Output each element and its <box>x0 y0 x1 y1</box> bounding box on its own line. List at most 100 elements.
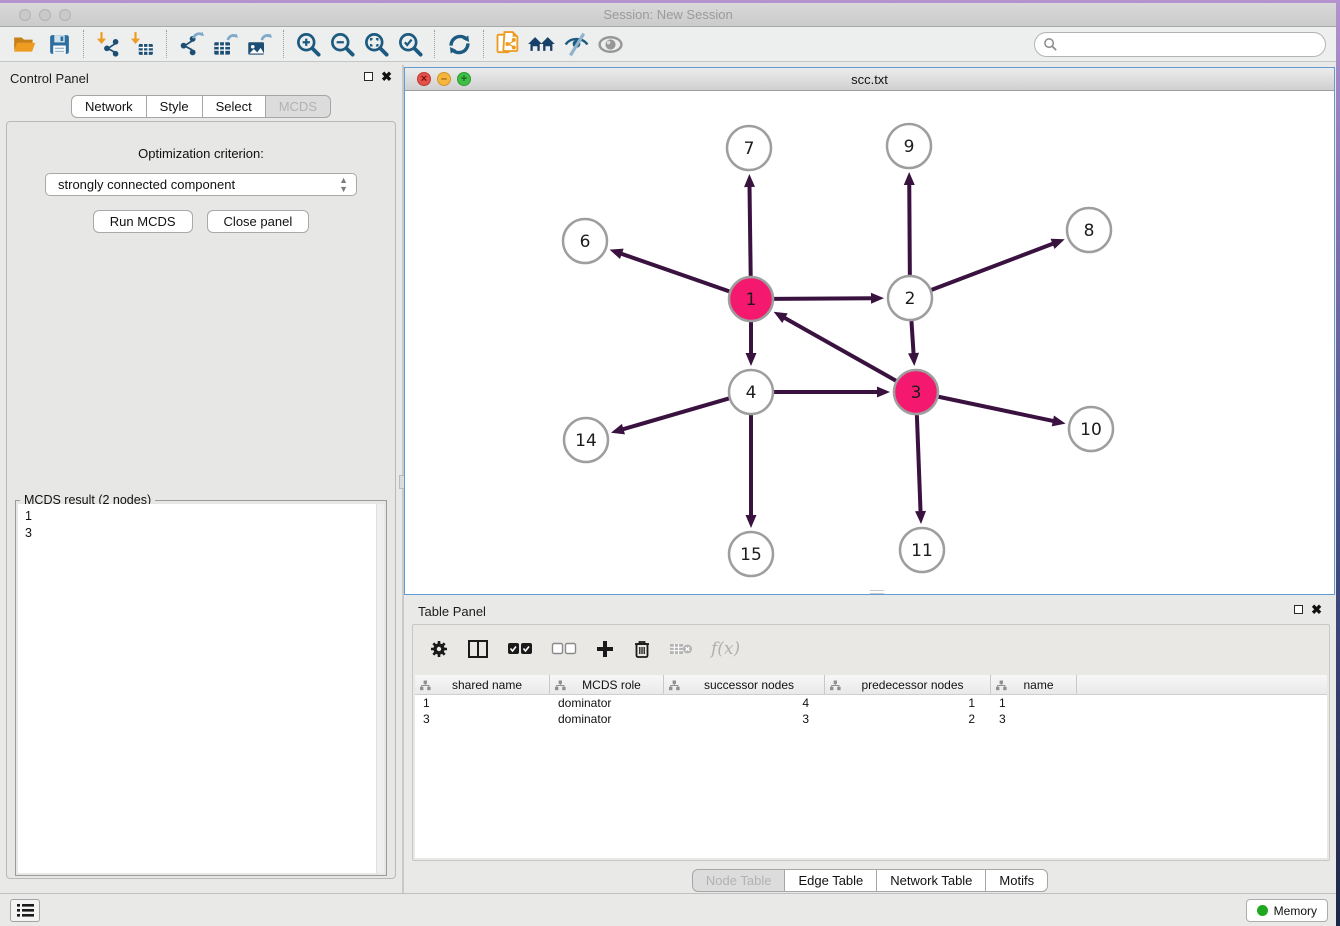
table-row[interactable]: 3dominator323 <box>415 711 1327 727</box>
zoom-selected-button[interactable] <box>395 29 425 59</box>
delete-column-trash-icon[interactable] <box>633 639 651 659</box>
network-graph[interactable]: 1 2 3 4 6 7 8 9 10 11 14 15 <box>405 91 1334 594</box>
canvas-resize-grip[interactable] <box>870 590 884 594</box>
graph-edge-2-8[interactable] <box>932 243 1055 290</box>
graph-edge-2-3[interactable] <box>911 321 913 355</box>
graph-node-9[interactable]: 9 <box>887 124 931 168</box>
column-header-name[interactable]: name <box>991 675 1077 694</box>
float-panel-icon[interactable] <box>1294 605 1303 614</box>
table-cell[interactable]: 3 <box>415 711 550 727</box>
toolbar-separator <box>83 30 84 58</box>
graph-node-11[interactable]: 11 <box>900 528 944 572</box>
export-table-button[interactable] <box>210 29 240 59</box>
close-panel-icon[interactable]: ✖ <box>1311 604 1322 615</box>
graph-node-6[interactable]: 6 <box>563 219 607 263</box>
unselect-all-icon[interactable] <box>551 641 577 657</box>
import-network-button[interactable] <box>93 29 123 59</box>
tab-select[interactable]: Select <box>203 95 266 118</box>
table-row[interactable]: 1dominator411 <box>415 695 1327 711</box>
duplicate-network-button[interactable] <box>493 29 523 59</box>
graph-node-10[interactable]: 10 <box>1069 407 1113 451</box>
graph-node-15[interactable]: 15 <box>729 532 773 576</box>
eye-slash-icon <box>562 30 591 59</box>
column-panel-icon[interactable] <box>467 639 489 659</box>
memory-label: Memory <box>1274 904 1317 918</box>
graph-edge-1-7[interactable] <box>749 185 750 276</box>
export-image-button[interactable] <box>244 29 274 59</box>
column-header-shared-name[interactable]: shared name <box>415 675 550 694</box>
graph-node-7[interactable]: 7 <box>727 126 771 170</box>
svg-text:6: 6 <box>580 232 591 252</box>
graph-edge-1-6[interactable] <box>620 253 729 291</box>
node-table[interactable]: shared nameMCDS rolesuccessor nodesprede… <box>415 675 1327 858</box>
tab-edge-table[interactable]: Edge Table <box>785 869 877 892</box>
network-frame-titlebar[interactable]: × – + scc.txt <box>405 68 1334 91</box>
zoom-fit-button[interactable] <box>361 29 391 59</box>
search-icon <box>1043 37 1058 52</box>
table-cell[interactable]: 3 <box>664 711 825 727</box>
add-column-plus-icon[interactable] <box>595 639 615 659</box>
import-table-button[interactable] <box>127 29 157 59</box>
first-neighbors-button[interactable] <box>527 29 557 59</box>
table-cell[interactable]: 1 <box>991 695 1077 711</box>
column-header-predecessor-nodes[interactable]: predecessor nodes <box>825 675 991 694</box>
edge-arrowhead <box>915 511 926 524</box>
zoom-in-button[interactable] <box>293 29 323 59</box>
hide-selected-button[interactable] <box>561 29 591 59</box>
mcds-result-text[interactable]: 13 <box>18 504 384 873</box>
select-all-icon[interactable] <box>507 641 533 657</box>
graph-node-14[interactable]: 14 <box>564 418 608 462</box>
close-panel-icon[interactable]: ✖ <box>381 71 392 82</box>
graph-node-3[interactable]: 3 <box>894 370 938 414</box>
table-cell[interactable]: 3 <box>991 711 1077 727</box>
close-panel-button[interactable]: Close panel <box>207 210 310 233</box>
table-cell[interactable]: dominator <box>550 695 664 711</box>
graph-node-4[interactable]: 4 <box>729 370 773 414</box>
column-header-MCDS-role[interactable]: MCDS role <box>550 675 664 694</box>
run-mcds-button[interactable]: Run MCDS <box>93 210 193 233</box>
tab-node-table[interactable]: Node Table <box>692 869 786 892</box>
column-header-successor-nodes[interactable]: successor nodes <box>664 675 825 694</box>
window-title: Session: New Session <box>0 7 1336 22</box>
save-session-button[interactable] <box>44 29 74 59</box>
edge-arrowhead <box>904 172 915 185</box>
table-cell[interactable]: 1 <box>825 695 991 711</box>
zoom-out-button[interactable] <box>327 29 357 59</box>
table-cell[interactable]: dominator <box>550 711 664 727</box>
search-input[interactable] <box>1034 32 1326 57</box>
graph-edge-4-14[interactable] <box>622 398 729 429</box>
graph-node-2[interactable]: 2 <box>888 276 932 320</box>
apply-layout-button[interactable] <box>444 29 474 59</box>
show-all-button[interactable] <box>595 29 625 59</box>
graph-node-1[interactable]: 1 <box>729 277 773 321</box>
graph-edge-2-9[interactable] <box>909 183 910 275</box>
tab-motifs[interactable]: Motifs <box>986 869 1048 892</box>
optimization-dropdown[interactable]: strongly connected component ▲▼ <box>45 173 357 196</box>
graph-edge-1-2[interactable] <box>774 298 873 299</box>
tab-mcds[interactable]: MCDS <box>266 95 331 118</box>
table-cell[interactable]: 2 <box>825 711 991 727</box>
svg-text:1: 1 <box>746 290 757 310</box>
control-panel-tabs: NetworkStyleSelectMCDS <box>0 95 402 118</box>
open-session-button[interactable] <box>10 29 40 59</box>
tab-network[interactable]: Network <box>71 95 147 118</box>
network-canvas[interactable]: 1 2 3 4 6 7 8 9 10 11 14 15 <box>405 91 1334 594</box>
result-scrollbar[interactable] <box>376 504 384 873</box>
memory-status-icon <box>1257 905 1268 916</box>
table-cell[interactable]: 4 <box>664 695 825 711</box>
tab-style[interactable]: Style <box>147 95 203 118</box>
float-panel-icon[interactable] <box>364 72 373 81</box>
tab-network-table[interactable]: Network Table <box>877 869 986 892</box>
export-network-button[interactable] <box>176 29 206 59</box>
task-history-button[interactable] <box>10 899 40 922</box>
graph-edge-3-11[interactable] <box>917 415 921 513</box>
table-cell[interactable]: 1 <box>415 695 550 711</box>
table-options-gear-icon[interactable] <box>429 639 449 659</box>
toolbar-separator <box>166 30 167 58</box>
zoom-out-icon <box>329 31 356 58</box>
export-table-icon <box>212 31 239 58</box>
graph-edge-3-10[interactable] <box>939 397 1055 422</box>
graph-node-8[interactable]: 8 <box>1067 208 1111 252</box>
memory-button[interactable]: Memory <box>1246 899 1328 922</box>
graph-edge-3-1[interactable] <box>783 317 896 381</box>
